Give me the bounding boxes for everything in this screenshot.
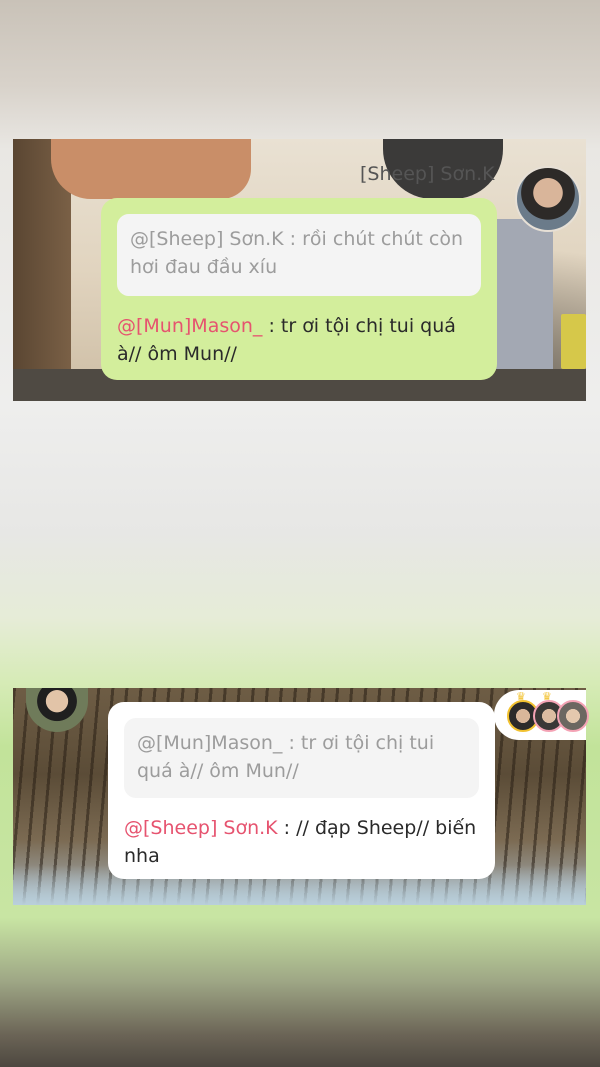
- reply-message: @[Sheep] Sơn.K : // đạp Sheep// biến nha: [124, 814, 479, 870]
- mention-link[interactable]: @[Sheep] Sơn.K: [124, 817, 278, 839]
- member-avatar-icon[interactable]: [557, 700, 589, 732]
- background-guitar: [51, 139, 251, 199]
- quoted-message: @[Mun]Mason_ : tr ơi tội chị tui quá à//…: [124, 718, 479, 798]
- quoted-message: @[Sheep] Sơn.K : rồi chút chút còn hơi đ…: [117, 214, 481, 296]
- username-watermark: [Sheep] Sơn.K: [360, 163, 495, 185]
- background-cup: [561, 314, 586, 369]
- chat-bubble-green: @[Sheep] Sơn.K : rồi chút chút còn hơi đ…: [101, 198, 497, 380]
- profile-photo-icon[interactable]: [515, 166, 581, 232]
- reply-message: @[Mun]Mason_ : tr ơi tội chị tui quá à//…: [117, 312, 481, 368]
- chat-bubble-white: @[Mun]Mason_ : tr ơi tội chị tui quá à//…: [108, 702, 495, 879]
- mention-link[interactable]: @[Mun]Mason_: [117, 315, 262, 337]
